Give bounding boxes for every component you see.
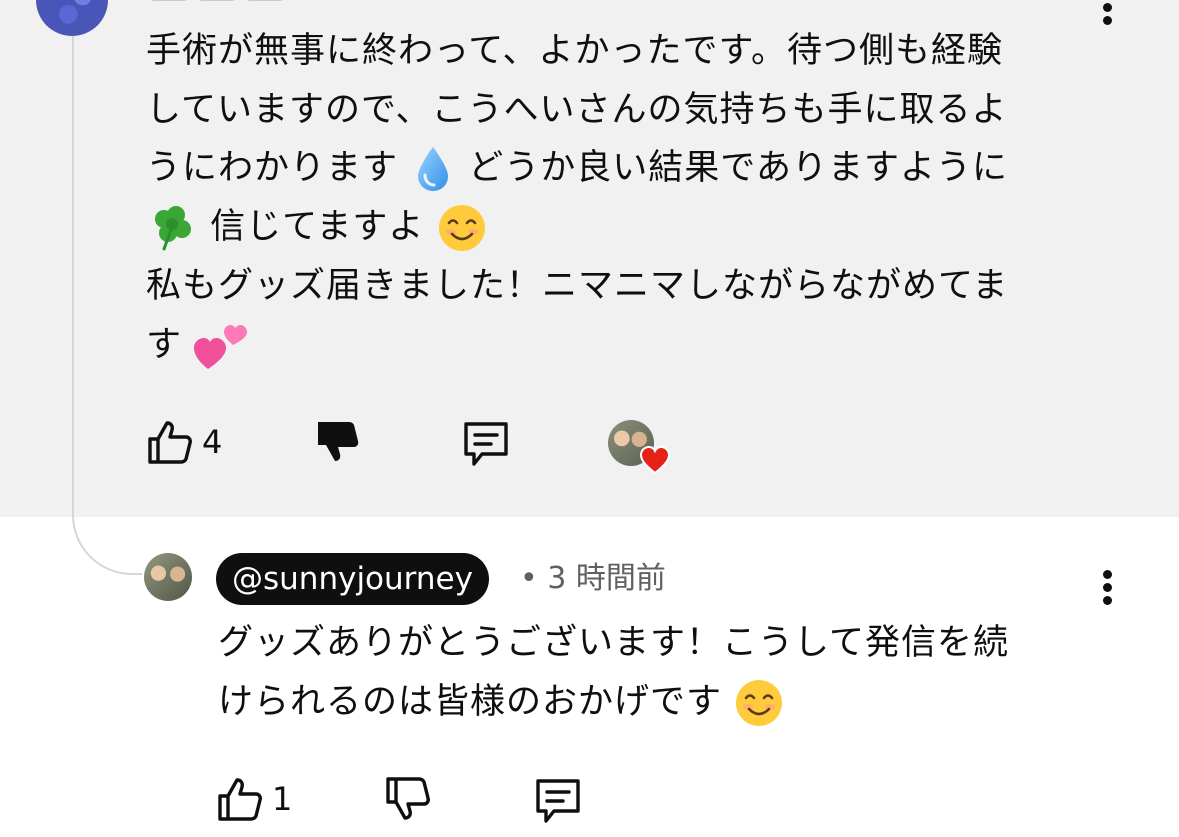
reply-line: けられるのは皆様のおかげです xyxy=(218,673,1098,732)
like-button[interactable]: 4 xyxy=(146,418,222,466)
reply-button[interactable] xyxy=(532,775,584,827)
reply-avatar[interactable] xyxy=(144,553,192,601)
like-count: 1 xyxy=(272,780,293,818)
reply-timestamp: 3 時間前 xyxy=(547,561,666,596)
like-button[interactable]: 1 xyxy=(216,775,292,823)
thread-line xyxy=(72,30,74,505)
comment-body: 手術が無事に終わって、よかったです。待つ側も経験 していますので、こうへいさんの… xyxy=(146,22,1106,374)
dislike-button[interactable] xyxy=(384,775,432,823)
comment-line-text: 信じてますよ xyxy=(210,207,425,248)
comment-line: 私もグッズ届きました！ニマニマしながらながめてま xyxy=(146,265,1009,306)
thumbs-down-icon xyxy=(386,777,430,820)
comment-icon xyxy=(536,779,580,823)
thumbs-up-icon xyxy=(218,778,262,821)
reply-line: グッズありがとうございます！こうして発信を続 xyxy=(218,623,1009,663)
comment-line: うにわかります どうか良い結果でありますように xyxy=(146,139,1106,198)
smiling-face-icon xyxy=(736,680,783,726)
reply-body: グッズありがとうございます！こうして発信を続 けられるのは皆様のおかげです xyxy=(218,614,1098,732)
comment-line: す xyxy=(146,316,1106,375)
reply-connector xyxy=(72,505,142,575)
reply-line-text: けられるのは皆様のおかげです xyxy=(218,682,723,722)
reply-meta: • 3 時間前 xyxy=(520,557,666,601)
thumbs-down-icon xyxy=(318,422,359,461)
reply-author-handle[interactable]: @sunnyjourney xyxy=(216,553,489,605)
reply-actions: 1 xyxy=(216,775,636,831)
commenter-avatar[interactable] xyxy=(36,0,108,36)
droplet-icon xyxy=(418,147,449,192)
comment-line: 信じてますよ xyxy=(146,198,1106,257)
comment-line: 手術が無事に終わって、よかったです。待つ側も経験 xyxy=(146,31,1004,71)
comment-line-text: す xyxy=(146,324,183,365)
parent-comment: 手術が無事に終わって、よかったです。待つ側も経験 していますので、こうへいさんの… xyxy=(0,0,1179,517)
thumbs-up-icon xyxy=(148,421,192,464)
comment-header xyxy=(150,0,450,6)
reply-button[interactable] xyxy=(460,418,512,470)
comment-icon xyxy=(464,422,508,466)
dislike-button[interactable] xyxy=(314,418,362,466)
more-vert-icon[interactable] xyxy=(1102,570,1112,610)
comment-line-text: どうか良い結果でありますように xyxy=(468,148,1008,189)
meta-separator: • xyxy=(520,561,538,596)
comment-line: していますので、こうへいさんの気持ちも手に取るよ xyxy=(146,89,1008,130)
comment-line-text: うにわかります xyxy=(146,148,399,189)
smiling-face-icon xyxy=(438,205,485,252)
heart-icon xyxy=(640,446,670,474)
like-count: 4 xyxy=(202,423,223,461)
two-hearts-icon xyxy=(194,324,248,369)
four-leaf-clover-icon xyxy=(155,206,191,251)
